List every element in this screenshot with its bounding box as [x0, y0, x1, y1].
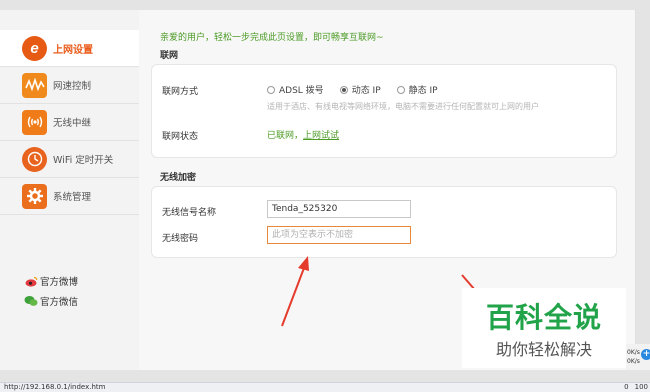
arrow-annotation: [281, 256, 309, 327]
zoom-level[interactable]: 100: [635, 383, 648, 391]
status-url: http://192.168.0.1/index.htm: [4, 383, 106, 391]
plus-icon[interactable]: +: [641, 349, 650, 360]
browser-status-bar: http://192.168.0.1/index.htm 0 100: [0, 382, 650, 392]
status-count: 0: [624, 383, 629, 391]
watermark-subtitle: 助你轻松解决: [495, 340, 592, 359]
status-right: 0 100: [624, 383, 648, 391]
watermark-logo: 百科全说 助你轻松解决: [462, 288, 626, 368]
watermark-title: 百科全说: [485, 301, 602, 334]
